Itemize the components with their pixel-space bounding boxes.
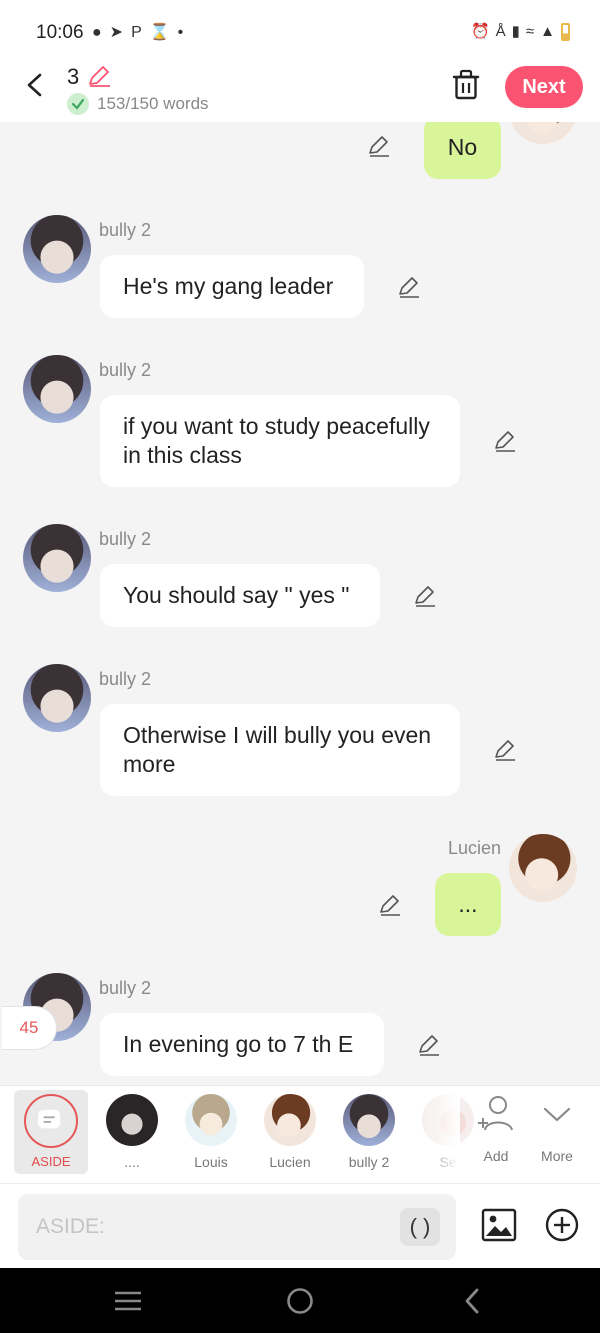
sender-name: bully 2 bbox=[99, 669, 152, 689]
input-bar: ( ) bbox=[0, 1183, 600, 1268]
sender-name: bully 2 bbox=[99, 360, 152, 380]
chapter-number: 3 bbox=[67, 64, 80, 89]
avatar-bully-2[interactable] bbox=[23, 524, 91, 592]
back-arrow-icon[interactable] bbox=[22, 72, 48, 98]
chat-bubble-icon: ● bbox=[92, 24, 110, 41]
message-bubble[interactable]: ... bbox=[435, 873, 501, 936]
edit-message-icon[interactable] bbox=[378, 893, 402, 917]
dot-icon: • bbox=[177, 24, 192, 41]
message-bubble[interactable]: Otherwise I will bully you even more bbox=[100, 704, 460, 796]
add-character-icon[interactable] bbox=[476, 1094, 516, 1134]
sender-name: bully 2 bbox=[99, 978, 152, 998]
avatar-bully-2[interactable] bbox=[23, 664, 91, 732]
alarm-icon: ⏰ bbox=[470, 23, 496, 40]
telegram-icon: ➤ bbox=[109, 24, 132, 41]
status-bar: 10:06 ●➤P⌛• ⏰Å▮≈▲ bbox=[0, 0, 600, 60]
sender-name: bully 2 bbox=[99, 220, 152, 240]
sender-name: Lucien bbox=[447, 838, 501, 858]
wifi-icon: ≈ bbox=[525, 23, 541, 40]
character-name: bully 2 bbox=[348, 1154, 390, 1170]
editor-header: 3 153/150 words Next bbox=[0, 60, 600, 122]
message-bubble[interactable]: In evening go to 7 th E bbox=[100, 1013, 384, 1076]
back-nav-icon[interactable] bbox=[458, 1286, 488, 1316]
counter-badge[interactable]: 45 bbox=[2, 1006, 57, 1050]
next-button[interactable]: Next bbox=[505, 66, 583, 108]
scroll-fade bbox=[420, 1086, 460, 1184]
system-icons: ⏰Å▮≈▲ bbox=[470, 22, 570, 42]
edit-title-pencil-icon[interactable] bbox=[86, 64, 112, 88]
volte-icon: ▮ bbox=[511, 23, 526, 40]
check-icon bbox=[67, 93, 89, 115]
edit-message-icon[interactable] bbox=[493, 429, 517, 453]
parenthesis-button[interactable]: ( ) bbox=[400, 1208, 440, 1246]
character-avatar[interactable] bbox=[185, 1094, 237, 1146]
avatar-lucien[interactable] bbox=[509, 834, 577, 902]
home-icon[interactable] bbox=[285, 1286, 315, 1316]
character-bar: ASIDE .... Louis Lucien bully 2 Se Add M… bbox=[0, 1085, 600, 1184]
avatar-bully-2[interactable] bbox=[23, 215, 91, 283]
character-name: .... bbox=[124, 1154, 140, 1170]
character-name: Louis bbox=[194, 1154, 228, 1170]
character-avatar[interactable] bbox=[264, 1094, 316, 1146]
character-avatar[interactable] bbox=[106, 1094, 158, 1146]
add-character-label[interactable]: Add bbox=[466, 1148, 526, 1164]
chevron-down-icon[interactable] bbox=[540, 1100, 574, 1128]
image-icon[interactable] bbox=[481, 1208, 517, 1242]
trash-icon[interactable] bbox=[451, 69, 481, 101]
status-time: 10:06 bbox=[36, 22, 84, 43]
avatar-lucien[interactable] bbox=[509, 122, 577, 144]
message-bubble[interactable]: if you want to study peacefully in this … bbox=[100, 395, 460, 487]
edit-message-icon[interactable] bbox=[493, 738, 517, 762]
recent-apps-icon[interactable] bbox=[113, 1286, 143, 1316]
plus-icon[interactable] bbox=[545, 1208, 579, 1242]
aside-label: ASIDE bbox=[31, 1154, 71, 1169]
character-name: Lucien bbox=[269, 1154, 311, 1170]
sender-name: bully 2 bbox=[99, 529, 152, 549]
word-count: 153/150 words bbox=[97, 94, 209, 113]
system-nav-bar bbox=[0, 1268, 600, 1333]
p-notification-icon: P bbox=[131, 24, 150, 41]
aside-icon bbox=[24, 1094, 78, 1148]
aside-character[interactable]: ASIDE bbox=[14, 1090, 88, 1174]
more-label[interactable]: More bbox=[527, 1148, 587, 1164]
message-bubble[interactable]: No bbox=[424, 122, 501, 179]
chat-area[interactable]: No bully 2 He's my gang leader bully 2 i… bbox=[0, 122, 600, 1085]
message-bubble[interactable]: You should say " yes " bbox=[100, 564, 380, 627]
edit-message-icon[interactable] bbox=[413, 584, 437, 608]
message-bubble[interactable]: He's my gang leader bbox=[100, 255, 364, 318]
message-input[interactable] bbox=[18, 1194, 456, 1260]
avatar-bully-2[interactable] bbox=[23, 355, 91, 423]
edit-message-icon[interactable] bbox=[367, 134, 391, 158]
edit-message-icon[interactable] bbox=[417, 1033, 441, 1057]
battery-icon bbox=[561, 23, 570, 42]
signal-icon: ▲ bbox=[540, 23, 561, 40]
notification-icons: ●➤P⌛• bbox=[92, 22, 191, 42]
bluetooth-icon: Å bbox=[495, 23, 512, 40]
hourglass-icon: ⌛ bbox=[149, 24, 178, 41]
character-avatar[interactable] bbox=[343, 1094, 395, 1146]
edit-message-icon[interactable] bbox=[397, 275, 421, 299]
